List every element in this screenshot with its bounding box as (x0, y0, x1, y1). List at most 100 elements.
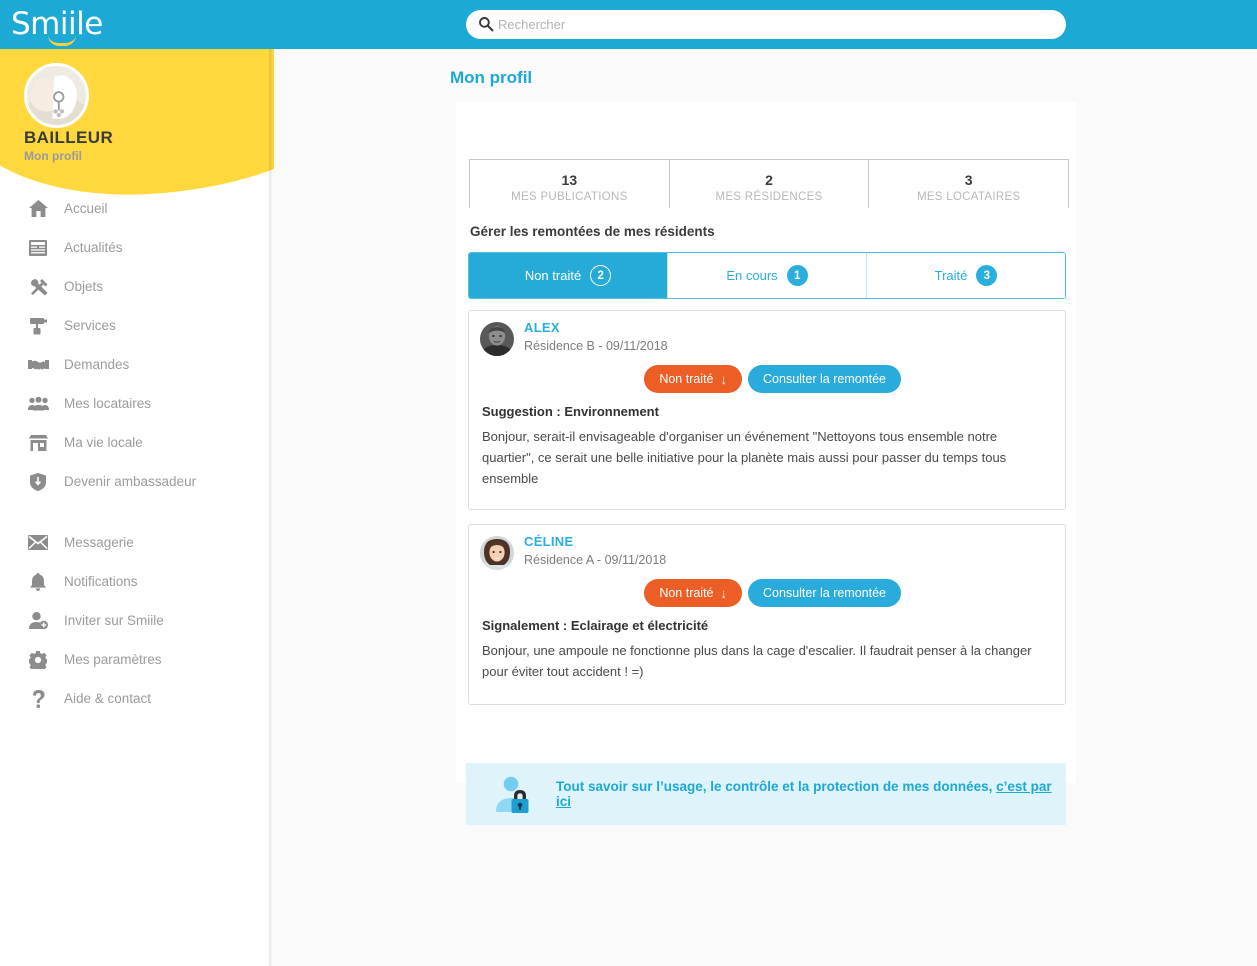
bell-icon (26, 571, 50, 593)
sidebar-item-ma-vie-locale[interactable]: Ma vie locale (0, 423, 274, 462)
avatar[interactable] (24, 63, 89, 128)
sidebar-item-label: Accueil (64, 201, 108, 216)
stat-mes-residences[interactable]: 2 MES RÉSIDENCES (670, 160, 870, 215)
status-button[interactable]: Non traité ↓ (644, 365, 743, 393)
stats-panel: 13 MES PUBLICATIONS 2 MES RÉSIDENCES 3 M… (456, 102, 1076, 224)
user-add-icon (26, 610, 50, 632)
status-button[interactable]: Non traité ↓ (644, 579, 743, 607)
stat-value: 2 (765, 171, 773, 188)
top-bar: Smiile (0, 0, 1257, 49)
consult-button[interactable]: Consulter la remontée (748, 579, 901, 607)
privacy-banner: Tout savoir sur l’usage, le contrôle et … (466, 763, 1066, 825)
sidebar-item-label: Objets (64, 279, 104, 294)
arrow-down-icon: ↓ (720, 585, 728, 601)
card-author[interactable]: ALEX (524, 320, 560, 335)
sidebar-item-devenir-ambassadeur[interactable]: Devenir ambassadeur (0, 462, 274, 501)
card-actions: Non traité ↓ Consulter la remontée (644, 579, 901, 607)
sidebar-item-label: Devenir ambassadeur (64, 474, 197, 489)
feedback-card: CÉLINE Résidence A - 09/11/2018 Non trai… (468, 524, 1066, 705)
feedback-title: Gérer les remontées de mes résidents (470, 224, 715, 239)
sidebar-item-mes-locataires[interactable]: Mes locataires (0, 384, 274, 423)
tab-badge: 3 (976, 265, 998, 286)
tab-label: Traité (934, 268, 968, 283)
stat-label: MES LOCATAIRES (916, 190, 1021, 203)
sidebar-item-mes-parametres[interactable]: Mes paramètres (0, 640, 274, 679)
avatar[interactable] (480, 536, 514, 570)
avatar-photo (480, 322, 514, 356)
sidebar-item-actualites[interactable]: Actualités (0, 228, 274, 267)
sidebar-item-messagerie[interactable]: Messagerie (0, 523, 274, 562)
sidebar-item-demandes[interactable]: Demandes (0, 345, 274, 384)
stat-mes-publications[interactable]: 13 MES PUBLICATIONS (470, 160, 670, 215)
privacy-text: Tout savoir sur l’usage, le contrôle et … (556, 779, 1066, 809)
sidebar-divider-gap (0, 501, 274, 523)
stat-label: MES PUBLICATIONS (511, 190, 628, 203)
shield-icon (26, 471, 50, 493)
sidebar-item-label: Messagerie (64, 535, 134, 550)
card-meta: Résidence A - 09/11/2018 (524, 553, 667, 567)
arrow-down-icon: ↓ (720, 371, 728, 387)
profile-name: BAILLEUR (24, 128, 114, 147)
card-subject: Signalement : Eclairage et électricité (482, 618, 709, 633)
stat-mes-locataires[interactable]: 3 MES LOCATAIRES (869, 160, 1068, 215)
sidebar-item-services[interactable]: Services (0, 306, 274, 345)
card-body: Bonjour, serait-il envisageable d'organi… (482, 429, 1007, 486)
sidebar-item-objets[interactable]: Objets (0, 267, 274, 306)
tab-label: Non traité (524, 268, 582, 283)
logo-smile-accent (48, 35, 76, 46)
stat-value: 3 (964, 171, 973, 188)
tab-traite[interactable]: Traité 3 (867, 253, 1065, 298)
card-subject: Suggestion : Environnement (482, 404, 659, 419)
status-button-label: Non traité (659, 586, 714, 600)
sidebar-item-label: Demandes (64, 357, 130, 372)
card-author[interactable]: CÉLINE (524, 534, 573, 549)
shop-icon (26, 432, 50, 454)
sidebar-item-notifications[interactable]: Notifications (0, 562, 274, 601)
status-button-label: Non traité (659, 372, 714, 386)
tools-icon (26, 276, 50, 298)
sidebar-nav: Accueil Actualités Objets Services Deman… (0, 189, 274, 718)
sidebar-item-inviter-sur-smiile[interactable]: Inviter sur Smiile (0, 601, 274, 640)
tab-badge: 1 (786, 265, 808, 286)
newspaper-icon (26, 237, 50, 259)
sidebar-item-aide-contact[interactable]: Aide & contact (0, 679, 274, 718)
stat-label: MES RÉSIDENCES (715, 190, 823, 203)
avatar-photo (27, 66, 86, 125)
sidebar-item-label: Mes locataires (64, 396, 152, 411)
feedback-card: ALEX Résidence B - 09/11/2018 Non traité… (468, 310, 1066, 510)
paint-roller-icon (26, 315, 50, 337)
feedback-tabs: Non traité 2 En cours 1 Traité 3 (468, 252, 1066, 299)
page-title: Mon profil (450, 68, 533, 87)
sidebar-item-label: Actualités (64, 240, 123, 255)
sidebar-item-accueil[interactable]: Accueil (0, 189, 274, 228)
question-mark-icon (26, 688, 50, 710)
home-icon (26, 198, 50, 220)
profile-block[interactable]: BAILLEUR Mon profil (0, 49, 274, 169)
main-content: Mon profil 13 MES PUBLICATIONS 2 MES RÉS… (274, 49, 1257, 966)
sidebar-item-label: Notifications (64, 574, 138, 589)
sidebar-item-label: Inviter sur Smiile (64, 613, 164, 628)
sidebar-item-label: Mes paramètres (64, 652, 162, 667)
avatar[interactable] (480, 322, 514, 356)
sidebar: BAILLEUR Mon profil Accueil Actualités O… (0, 49, 274, 966)
avatar-photo (480, 536, 514, 570)
tab-en-cours[interactable]: En cours 1 (668, 253, 867, 298)
search-input[interactable] (466, 10, 1066, 39)
tab-badge: 2 (590, 265, 612, 286)
tab-label: En cours (726, 268, 778, 283)
profile-subtitle: Mon profil (24, 149, 82, 163)
handshake-icon (26, 354, 50, 376)
user-lock-icon (494, 774, 540, 814)
card-meta: Résidence B - 09/11/2018 (524, 339, 668, 353)
people-group-icon (26, 393, 50, 415)
search-container (466, 10, 1066, 39)
envelope-icon (26, 532, 50, 554)
sidebar-item-label: Aide & contact (64, 691, 152, 706)
tab-non-traite[interactable]: Non traité 2 (469, 253, 668, 298)
card-actions: Non traité ↓ Consulter la remontée (644, 365, 901, 393)
feedback-panel: Gérer les remontées de mes résidents Non… (456, 208, 1076, 783)
consult-button[interactable]: Consulter la remontée (748, 365, 901, 393)
sidebar-item-label: Ma vie locale (64, 435, 143, 450)
stat-value: 13 (561, 171, 578, 188)
privacy-message: Tout savoir sur l’usage, le contrôle et … (556, 779, 993, 794)
